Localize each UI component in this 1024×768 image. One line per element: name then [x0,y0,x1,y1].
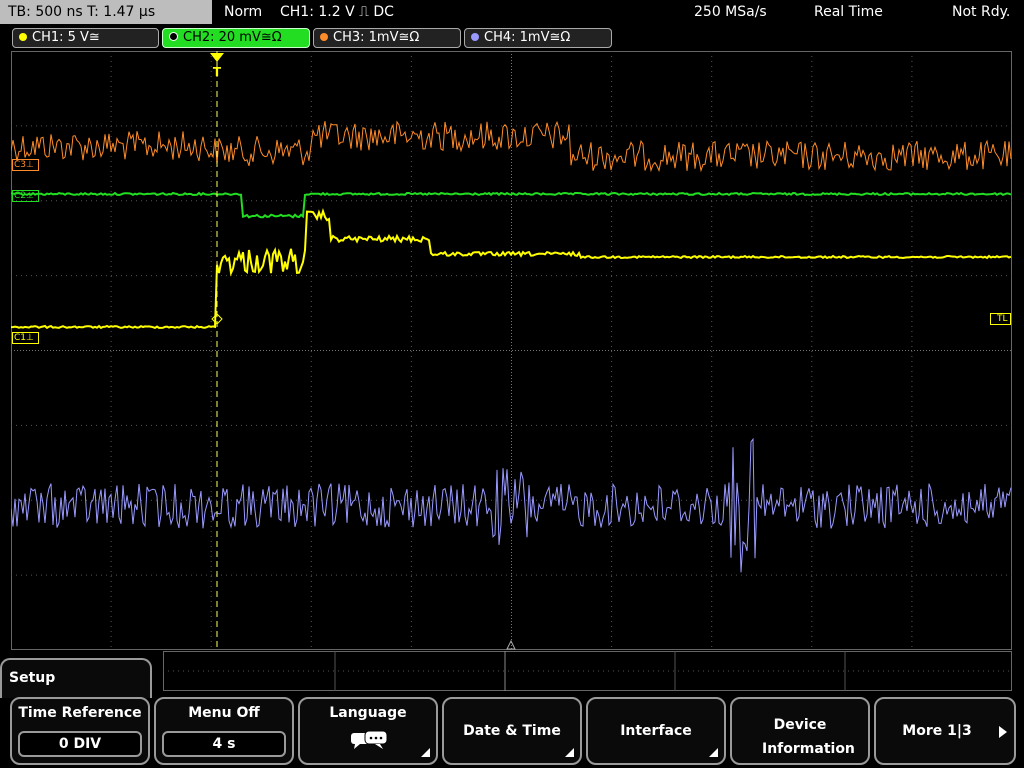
sample-rate: 250 MSa/s [694,4,767,20]
submenu-triangle-icon [709,748,718,757]
svg-text:T: T [213,65,222,78]
timebase-readout[interactable]: TB: 500 ns T: 1.47 µs [0,0,212,24]
menu-off-label: Menu Off [188,705,260,721]
acquisition-mode: Real Time [814,4,883,20]
submenu-triangle-icon [565,748,574,757]
ch3-label: CH3: 1mV≅Ω [333,30,420,45]
device-information-label: Device Information [762,717,855,757]
date-time-softkey[interactable]: Date & Time [442,697,582,765]
acquisition-state: Not Rdy. [952,4,1011,20]
language-softkey[interactable]: Language [298,697,438,765]
waveform-display[interactable] [11,51,1012,650]
trigger-readout[interactable]: CH1: 1.2 V ⎍ DC [280,0,394,24]
ch4-button[interactable]: CH4: 1mV≅Ω [464,28,612,48]
ch2-button[interactable]: CH2: 20 mV≅Ω [162,28,310,48]
ch3-offset-marker[interactable]: C3⊥ [12,159,39,171]
interface-softkey[interactable]: Interface [586,697,726,765]
more-softkey[interactable]: More 1|3 [874,697,1016,765]
ch4-label: CH4: 1mV≅Ω [484,30,571,45]
date-time-label: Date & Time [463,723,561,739]
time-reference-value: 0 DIV [18,731,142,757]
interface-label: Interface [620,723,692,739]
ch3-button[interactable]: CH3: 1mV≅Ω [313,28,461,48]
more-label: More 1|3 [902,723,972,739]
channel-bar: CH1: 5 V≅ CH2: 20 mV≅Ω CH3: 1mV≅Ω CH4: 1… [0,26,1024,50]
ch3-dot-icon [320,33,328,41]
ch2-dot-icon [169,32,178,41]
device-information-softkey[interactable]: Device Information [730,697,870,765]
ch1-button[interactable]: CH1: 5 V≅ [12,28,159,48]
ch1-offset-marker[interactable]: C1⊥ [12,332,39,344]
menu-off-softkey[interactable]: Menu Off 4 s [154,697,294,765]
submenu-triangle-icon [421,748,430,757]
speech-bubbles-icon [351,730,388,749]
trigger-level-marker[interactable]: TL [990,313,1011,325]
menu-off-value: 4 s [162,731,286,757]
status-bar: TB: 500 ns T: 1.47 µs Norm CH1: 1.2 V ⎍ … [0,0,1024,26]
zoom-area [163,651,1012,691]
ch1-label: CH1: 5 V≅ [32,30,100,45]
ch2-label: CH2: 20 mV≅Ω [183,30,282,45]
ch4-dot-icon [471,33,479,41]
menu-title-tab: Setup [0,658,152,698]
ch1-dot-icon [19,33,27,41]
time-reference-softkey[interactable]: Time Reference 0 DIV [10,697,150,765]
trigger-mode[interactable]: Norm [224,0,262,24]
next-page-arrow-icon [999,726,1007,738]
time-reference-label: Time Reference [18,705,142,721]
language-label: Language [329,705,407,721]
ch2-offset-marker[interactable]: C2⊥ [12,190,39,202]
trigger-marker-icon[interactable]: T [209,52,225,78]
